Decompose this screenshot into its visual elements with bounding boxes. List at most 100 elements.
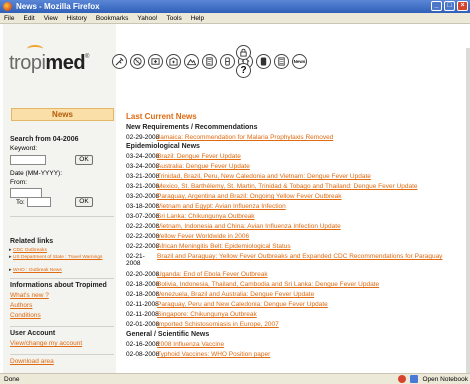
mountain-icon[interactable] [184,54,199,69]
news-row: 02-29-2008Jamaica: Recommendation for Ma… [126,134,333,143]
minimize-button[interactable]: _ [431,1,442,11]
related-link-cdc[interactable]: CDC Outbreaks [9,248,113,254]
news-link[interactable]: Vietnam, Indonesia and China: Avian Infl… [157,223,341,230]
news-link[interactable]: Paraguay, Peru and New Caledonia: Dengue… [157,301,328,308]
news-link[interactable]: Mexico, St. Barthélemy, St. Martin, Trin… [157,183,418,190]
phone-icon[interactable] [256,54,271,69]
news-date: 02-22-2008 [126,243,160,250]
tropimed-logo[interactable]: tropimed® [9,52,89,75]
logo-registered: ® [85,54,89,60]
menu-view[interactable]: View [44,15,58,22]
news-link[interactable]: Brazil: Dengue Fever Update [157,153,241,160]
keyword-input[interactable] [10,155,46,165]
help-glyph: ? [240,65,247,76]
news-date: 03-18-2008 [126,203,160,210]
news-link[interactable]: Venezuela, Brazil and Australia: Dengue … [157,291,314,298]
news-date: 02-29-2008 [126,134,160,141]
news-button[interactable]: News [11,108,114,121]
news-date: 03-24-2008 [126,153,160,160]
news-date: 02-08-2008 [126,351,160,358]
info-heading: Informations about Tropimed [10,282,107,289]
news-link[interactable]: Uganda: End of Ebola Fever Outbreak [157,271,268,278]
news-row: 02-22-2008Yellow Fever Worldwide in 2006 [126,233,249,242]
keyword-ok-button[interactable]: OK [75,155,93,165]
menu-file[interactable]: File [4,15,14,22]
news-link[interactable]: Typhoid Vaccines: WHO Position paper [157,351,270,358]
news-row: 02-18-2008Bolivia, Indonesia, Thailand, … [126,281,379,290]
download-area-link[interactable]: Download area [10,358,54,365]
view-account-link[interactable]: View/change my account [10,340,82,347]
from-label: From: [10,179,27,186]
sidebar-divider [10,216,114,217]
sidebar: tropimed® News Search from 04-2006 Keywo… [3,24,116,373]
news-link[interactable]: Sri Lanka: Chikungunya Outbreak [157,213,255,220]
news-row: 02-18-2008Venezuela, Brazil and Australi… [126,291,314,300]
menu-tools[interactable]: Tools [167,15,182,22]
authors-link[interactable]: Authors [10,302,32,309]
menu-yahoo[interactable]: Yahoo! [137,15,157,22]
news-date: 02-18-2008 [126,291,160,298]
no-mosquito-icon[interactable] [130,54,145,69]
section-heading: Epidemiological News [126,143,200,150]
help-icon[interactable]: ? [236,63,251,78]
date-ok-button[interactable]: OK [75,197,93,207]
first-aid-icon[interactable] [148,54,163,69]
lock-icon[interactable] [236,45,251,60]
news-link[interactable]: Singapore: Chikungunya Outbreak [157,311,257,318]
notebook-icon[interactable] [410,375,419,383]
news-link[interactable]: Yellow Fever Worldwide in 2006 [157,233,249,240]
news-link[interactable]: Paraguay, Argentina and Brazil: Ongoing … [157,193,342,200]
date-label: Date (MM-YYYY): [10,170,63,177]
window-titlebar: News - Mozilla Firefox _ □ × [0,0,470,13]
news-link[interactable]: Trinidad, Brazil, Peru, New Caledonia an… [157,173,371,180]
top-right-icons: ? [236,45,251,78]
menu-edit[interactable]: Edit [23,15,34,22]
to-date-input[interactable] [27,197,51,207]
document-icon[interactable] [202,54,217,69]
news-link[interactable]: African Meningitis Belt: Epidemiological… [157,243,291,250]
status-bar: Done Open Notebook [0,373,470,384]
news-date: 02-11-2008 [126,301,159,308]
section-heading: New Requirements / Recommendations [126,124,258,131]
news-date: 03-20-2008 [126,193,160,200]
sidebar-divider [10,354,114,355]
medicine-icon[interactable] [220,54,235,69]
close-button[interactable]: × [457,1,468,11]
news-date: 02-20-2008 [126,271,160,278]
news-link[interactable]: Vietnam and Egypt: Avian Influenza Infec… [157,203,286,210]
logo-text-bold: med [45,52,86,74]
news-row: 02-16-20082008 Influenza Vaccine [126,341,224,350]
news-row: 03-18-2008Vietnam and Egypt: Avian Influ… [126,203,286,212]
news-date: 03-21-2008 [126,173,160,180]
list-icon[interactable] [274,54,289,69]
menu-help[interactable]: Help [191,15,204,22]
news-link[interactable]: Imported Schistosomiasis in Europe, 2007 [157,321,279,328]
news-date: 02-18-2008 [126,281,160,288]
related-link-who[interactable]: WHO : Outbreak News [9,268,113,274]
whats-new-link[interactable]: What's new ? [10,292,49,299]
vaccination-icon[interactable] [112,54,127,69]
news-date: 03-24-2008 [126,163,160,170]
scrollbar[interactable] [466,48,470,384]
open-notebook-label[interactable]: Open Notebook [422,376,468,383]
news-link[interactable]: Jamaica: Recommendation for Malaria Prop… [157,134,333,141]
news-row: 03-21-2008Trinidad, Brazil, Peru, New Ca… [126,173,371,182]
news-row: 02-01-2008Imported Schistosomiasis in Eu… [126,321,279,330]
news-row: 03-20-2008Paraguay, Argentina and Brazil… [126,193,342,202]
conditions-link[interactable]: Conditions [10,312,41,319]
page-content: tropimed® News Search from 04-2006 Keywo… [0,24,470,384]
news-link[interactable]: 2008 Influenza Vaccine [157,341,224,348]
news-row: 02-11-2008Paraguay, Peru and New Caledon… [126,301,328,310]
related-link-state-dept[interactable]: US Department of State : Travel Warnings [9,255,113,261]
hospital-icon[interactable] [166,54,181,69]
news-link[interactable]: Brazil and Paraguay: Yellow Fever Outbre… [157,253,457,261]
maximize-button[interactable]: □ [444,1,455,11]
news-link[interactable]: Bolivia, Indonesia, Thailand, Cambodia a… [157,281,379,288]
news-icon[interactable]: News [292,54,307,69]
news-link[interactable]: Australia: Dengue Fever Update [157,163,250,170]
news-date: 02-22-2008 [126,223,160,230]
icon-navigation: News [112,54,307,69]
menu-bookmarks[interactable]: Bookmarks [96,15,129,22]
news-date: 02-22-2008 [126,233,160,240]
menu-history[interactable]: History [67,15,87,22]
